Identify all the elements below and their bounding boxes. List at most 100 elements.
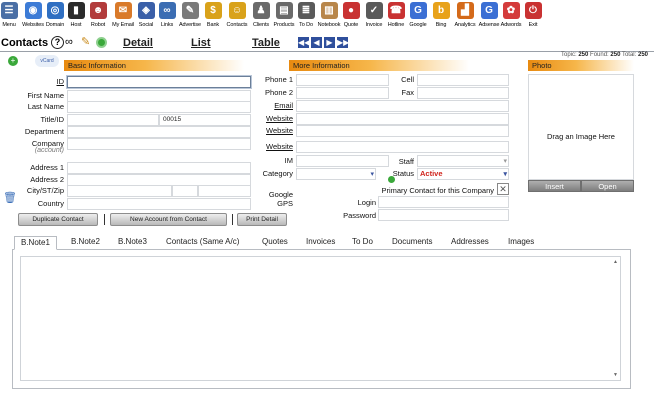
- toolbar-item-menu[interactable]: ☰ Menu: [0, 2, 18, 32]
- toolbar-item-links[interactable]: ∞ Links: [158, 2, 176, 32]
- address1-field[interactable]: [67, 162, 251, 174]
- toolbar-item-robot[interactable]: ☻ Robot: [88, 2, 108, 32]
- toolbar-label: Websites: [22, 22, 44, 28]
- add-record-icon[interactable]: [96, 37, 107, 48]
- phone1-field[interactable]: [296, 74, 389, 86]
- chevron-down-icon: ▾: [370, 171, 374, 178]
- toolbar-item-bing[interactable]: b Bing: [432, 2, 450, 32]
- toolbar-item-to-do[interactable]: ≣ To Do: [297, 2, 315, 32]
- scroll-up-icon[interactable]: ▲: [613, 259, 618, 265]
- toolbar-label: Menu: [2, 22, 16, 28]
- tab-images[interactable]: Images: [502, 236, 540, 249]
- tab-invoices[interactable]: Invoices: [300, 236, 341, 249]
- list-view-link[interactable]: List: [191, 37, 211, 49]
- tab-bnote1[interactable]: B.Note1: [14, 236, 57, 250]
- website2-field[interactable]: [296, 125, 509, 137]
- scroll-down-icon[interactable]: ▼: [613, 372, 618, 378]
- last-name-field[interactable]: [67, 101, 251, 113]
- id-field[interactable]: [67, 76, 251, 88]
- chevron-down-icon: ▾: [503, 158, 507, 165]
- login-field[interactable]: [378, 196, 509, 208]
- tab-todo[interactable]: To Do: [346, 236, 379, 249]
- analytics-icon: ▟: [456, 2, 474, 19]
- toolbar-item-my-email[interactable]: ✉ My Email: [111, 2, 135, 32]
- website1-label[interactable]: Website: [240, 114, 293, 124]
- city-field[interactable]: [67, 185, 172, 197]
- toolbar-item-social[interactable]: ◈ Social: [136, 2, 156, 32]
- email-label[interactable]: Email: [240, 101, 293, 111]
- photo-drop-zone[interactable]: Drag an Image Here: [528, 74, 634, 180]
- last-record-icon[interactable]: ▶▶: [337, 37, 349, 48]
- toolbar-item-advertise[interactable]: ✎ Advertise: [178, 2, 202, 32]
- new-account-from-contact-button[interactable]: New Account from Contact: [110, 213, 227, 226]
- tab-bnote3[interactable]: B.Note3: [112, 236, 153, 249]
- toolbar-item-analytics[interactable]: ▟ Analytics: [453, 2, 477, 32]
- website1-field[interactable]: [296, 113, 509, 125]
- tab-addresses[interactable]: Addresses: [445, 236, 495, 249]
- website3-label[interactable]: Website: [240, 142, 293, 152]
- toolbar-item-adsense[interactable]: G Adsense: [478, 2, 500, 32]
- business-note-textarea[interactable]: ▲ ▼: [20, 256, 621, 381]
- tab-bnote2[interactable]: B.Note2: [65, 236, 106, 249]
- toolbar-item-quote[interactable]: ● Quote: [341, 2, 361, 32]
- toolbar-item-contacts[interactable]: ☺ Contacts: [226, 2, 248, 32]
- chevron-down-icon: ▾: [503, 171, 507, 178]
- add-contact-icon[interactable]: +: [8, 56, 18, 66]
- found-label: Found:: [590, 52, 609, 58]
- staff-dropdown[interactable]: ▾: [417, 155, 509, 167]
- phone2-field[interactable]: [296, 87, 389, 99]
- website2-label[interactable]: Website: [240, 126, 293, 136]
- personal-id-field[interactable]: 00015: [159, 114, 251, 126]
- insert-photo-button[interactable]: Insert: [528, 180, 581, 192]
- cell-field[interactable]: [417, 74, 509, 86]
- duplicate-contact-button[interactable]: Duplicate Contact: [18, 213, 98, 226]
- button-separator: [232, 214, 233, 225]
- category-dropdown[interactable]: ▾: [296, 168, 376, 180]
- toolbar-item-clients[interactable]: ♟ Clients: [251, 2, 271, 32]
- toolbar-item-exit[interactable]: ⏻ Exit: [523, 2, 543, 32]
- company-field[interactable]: [67, 138, 251, 150]
- title-field[interactable]: [67, 114, 159, 126]
- tab-contacts-same-ac[interactable]: Contacts (Same A/c): [160, 236, 245, 249]
- table-view-link[interactable]: Table: [252, 37, 280, 49]
- primary-contact-checkbox[interactable]: ✕: [497, 183, 509, 195]
- im-label: IM: [284, 156, 293, 165]
- advertise-icon: ✎: [181, 2, 199, 19]
- country-field[interactable]: [67, 198, 251, 210]
- website3-field[interactable]: [296, 141, 509, 153]
- toolbar-item-notebook[interactable]: ▥ Notebook: [317, 2, 341, 32]
- im-field[interactable]: [296, 155, 389, 167]
- vcard-icon[interactable]: vCard: [35, 55, 59, 67]
- edit-icon[interactable]: ✎: [81, 36, 94, 49]
- state-field[interactable]: [172, 185, 198, 197]
- toolbar-item-domain[interactable]: ◎ Domain: [44, 2, 66, 32]
- toolbar-item-bank[interactable]: $ Bank: [203, 2, 223, 32]
- bing-icon: b: [432, 2, 450, 19]
- detail-view-link[interactable]: Detail: [123, 37, 153, 49]
- toolbar-item-google[interactable]: G Google: [407, 2, 429, 32]
- toolbar-label: Adsense: [478, 22, 500, 28]
- email-field[interactable]: [296, 100, 509, 112]
- open-photo-button[interactable]: Open: [581, 180, 634, 192]
- help-icon[interactable]: ?: [51, 36, 64, 49]
- toolbar-item-host[interactable]: ▮ Host: [67, 2, 85, 32]
- toolbar-item-invoice[interactable]: ✓ Invoice: [364, 2, 384, 32]
- previous-record-icon[interactable]: ◀: [311, 37, 322, 48]
- toolbar-item-adwords[interactable]: ✿ Adwords: [500, 2, 522, 32]
- page-title: Contacts: [1, 37, 49, 49]
- password-field[interactable]: [378, 209, 509, 221]
- tab-documents[interactable]: Documents: [386, 236, 438, 249]
- find-icon[interactable]: ∞: [65, 36, 79, 49]
- toolbar-item-hotline[interactable]: ☎ Hotline: [386, 2, 406, 32]
- quote-icon: ●: [342, 2, 360, 19]
- first-record-icon[interactable]: ◀◀: [298, 37, 310, 48]
- print-detail-button[interactable]: Print Detail: [237, 213, 287, 226]
- toolbar-item-products[interactable]: ▤ Products: [273, 2, 295, 32]
- next-record-icon[interactable]: ▶: [324, 37, 335, 48]
- fax-field[interactable]: [417, 87, 509, 99]
- toolbar-item-websites[interactable]: ◉ Websites: [22, 2, 44, 32]
- tab-quotes[interactable]: Quotes: [256, 236, 294, 249]
- department-field[interactable]: [67, 126, 251, 138]
- invoice-icon: ✓: [365, 2, 383, 19]
- status-dropdown[interactable]: Active ▾: [417, 168, 509, 180]
